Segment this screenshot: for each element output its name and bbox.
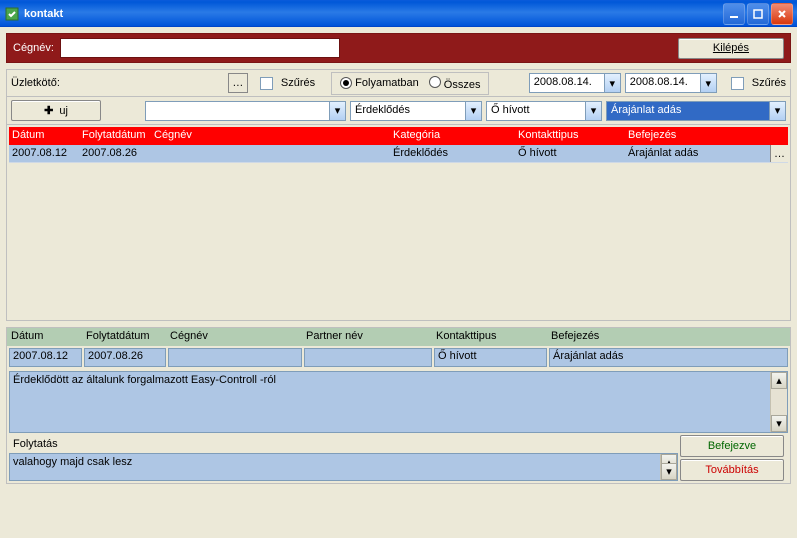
col-header-ceg[interactable]: Cégnév [151,127,390,145]
memo2-scrollbar[interactable]: ▴ ▾ [660,454,677,480]
uzletkoto-label: Üzletkötő: [11,77,60,89]
col-header-datum[interactable]: Dátum [9,127,79,145]
minimize-button[interactable] [723,3,745,25]
detail-folyt-input[interactable]: 2007.08.26 [84,348,166,367]
status-radio-group: Folyamatban Összes [331,72,489,95]
dropdown-arrow-icon: ▾ [604,74,620,92]
kontakttipus-combo[interactable]: Ő hívott▾ [486,101,602,121]
radio-folyamatban[interactable] [340,77,352,89]
detail-hdr-bef: Befejezés [547,328,790,346]
cell-ceg [151,145,390,162]
header-panel: Cégnév: Kilépés [6,33,791,63]
grid-empty-area [9,163,788,318]
detail-hdr-partner: Partner név [302,328,432,346]
scroll-down-icon[interactable]: ▾ [771,415,787,432]
date2-combo[interactable]: 2008.08.14.▾ [625,73,717,93]
detail-hdr-kont: Kontakttipus [432,328,547,346]
detail-ceg-input[interactable] [168,348,302,367]
dropdown-arrow-icon: ▾ [585,102,601,120]
grid-header-row: Dátum Folytatdátum Cégnév Kategória Kont… [9,127,788,145]
szures1-checkbox[interactable] [260,77,273,90]
detail-partner-input[interactable] [304,348,432,367]
detail-hdr-datum: Dátum [7,328,82,346]
befejezve-button[interactable]: Befejezve [680,435,784,457]
dropdown-arrow-icon: ▾ [700,74,716,92]
col-header-folyt[interactable]: Folytatdátum [79,127,151,145]
filter-toolbar-1: Üzletkötő: … Szűrés Folyamatban Összes 2… [6,69,791,97]
plus-icon: ✚ [44,104,53,117]
close-button[interactable] [771,3,793,25]
title-bar: kontakt [0,0,797,27]
folytatas-label: Folytatás [7,435,790,453]
befejezes-combo[interactable]: Árajánlat adás▾ [606,101,786,121]
filter-toolbar-2: ✚ uj ▾ Érdeklődés▾ Ő hívott▾ Árajánlat a… [6,97,791,125]
szures1-label: Szűrés [281,77,315,89]
detail-kont-input[interactable]: Ő hívott [434,348,547,367]
cell-datum: 2007.08.12 [9,145,79,162]
dropdown-arrow-icon: ▾ [329,102,345,120]
memo1-textarea[interactable]: Érdeklődött az általunk forgalmazott Eas… [9,371,788,433]
new-button[interactable]: ✚ uj [11,100,101,121]
detail-header-row: Dátum Folytatdátum Cégnév Partner név Ko… [7,328,790,346]
table-row[interactable]: 2007.08.12 2007.08.26 Érdeklődés Ő hívot… [9,145,788,163]
cell-kont: Ő hívott [515,145,625,162]
tovabbitas-button[interactable]: Továbbítás [680,459,784,481]
contact-grid: Dátum Folytatdátum Cégnév Kategória Kont… [6,125,791,321]
detail-panel: Dátum Folytatdátum Cégnév Partner név Ko… [6,327,791,484]
memo1-scrollbar[interactable]: ▴ ▾ [770,372,787,432]
app-icon [4,6,20,22]
window-title: kontakt [24,8,63,20]
dropdown-arrow-icon: ▾ [769,102,785,120]
row-ellipsis-button[interactable]: … [770,145,788,162]
col-header-kat[interactable]: Kategória [390,127,515,145]
date1-combo[interactable]: 2008.08.14.▾ [529,73,621,93]
scroll-up-icon[interactable]: ▴ [771,372,787,389]
scroll-down-icon[interactable]: ▾ [661,463,677,480]
szures2-checkbox[interactable] [731,77,744,90]
maximize-button[interactable] [747,3,769,25]
detail-datum-input[interactable]: 2007.08.12 [9,348,82,367]
detail-hdr-folyt: Folytatdátum [82,328,166,346]
cell-bef: Árajánlat adás [625,145,770,162]
cegnev-label: Cégnév: [13,42,54,54]
kategoria-combo[interactable]: Érdeklődés▾ [350,101,482,121]
detail-bef-input[interactable]: Árajánlat adás [549,348,788,367]
cegnev-input[interactable] [60,38,340,58]
ceg-combo[interactable]: ▾ [145,101,346,121]
col-header-kont[interactable]: Kontakttipus [515,127,625,145]
exit-button[interactable]: Kilépés [678,38,784,59]
memo2-textarea[interactable]: valahogy majd csak lesz ▴ ▾ [9,453,678,481]
col-header-bef[interactable]: Befejezés [625,127,788,145]
uzletkoto-picker-button[interactable]: … [228,73,248,93]
cell-folyt: 2007.08.26 [79,145,151,162]
detail-hdr-ceg: Cégnév [166,328,302,346]
dropdown-arrow-icon: ▾ [465,102,481,120]
szures2-label: Szűrés [752,77,786,89]
radio-osszes[interactable] [429,76,441,88]
cell-kat: Érdeklődés [390,145,515,162]
